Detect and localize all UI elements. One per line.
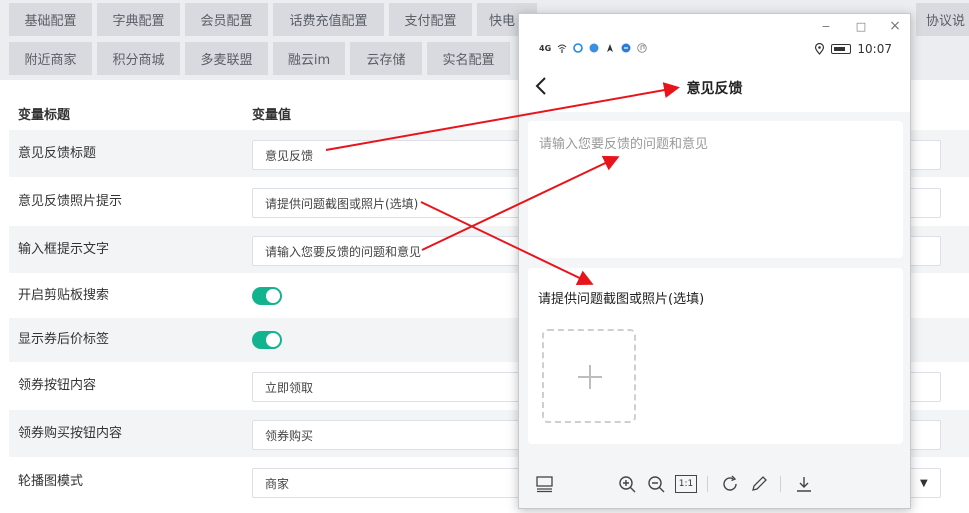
zoom-out-icon[interactable] [646,474,666,494]
add-photo-button[interactable] [542,329,636,423]
tab-nearby-merchants[interactable]: 附近商家 [9,42,92,75]
zoom-in-icon[interactable] [617,474,637,494]
feedback-textarea[interactable]: 请输入您要反馈的问题和意见 [528,121,903,258]
download-icon[interactable] [794,474,814,494]
feedback-title-extra-field[interactable] [906,140,941,170]
column-value-header: 变量值 [252,108,292,123]
close-button[interactable]: × [888,18,902,34]
coupon-price-tag-toggle[interactable] [252,331,282,349]
image-viewer-toolbar: 1:1 [519,458,910,508]
app-notification-icon [589,43,599,53]
status-time: 10:07 [857,42,892,56]
tab-member-config[interactable]: 会员配置 [185,3,268,36]
coupon-buy-button-extra-field[interactable] [906,420,941,450]
music-icon [637,43,647,53]
tab-dictionary-config[interactable]: 字典配置 [97,3,180,36]
toolbar-divider [780,476,781,492]
pencil-icon[interactable] [749,474,769,494]
photo-upload-card: 请提供问题截图或照片(选填) [528,268,903,444]
app-notification-icon [621,43,631,53]
row-label: 显示券后价标签 [18,332,110,347]
plus-icon [589,365,591,389]
phone-status-bar: 4G 10:07 [519,40,910,60]
app-notification-icon [573,43,583,53]
phone-nav-bar: 意见反馈 [519,60,910,112]
tab-realname-config[interactable]: 实名配置 [427,42,510,75]
row-label: 领券按钮内容 [18,378,97,393]
row-label: 轮播图模式 [18,474,84,489]
tab-basic-config[interactable]: 基础配置 [9,3,92,36]
toggle-knob [266,289,280,303]
photo-tip-extra-field[interactable] [906,188,941,218]
toolbar-divider [707,476,708,492]
row-label: 意见反馈标题 [18,146,97,161]
tab-payment-config[interactable]: 支付配置 [389,3,472,36]
location-pin-icon [815,43,825,55]
signal-label: 4G [539,43,552,53]
phone-preview-window: − □ × 4G 10:07 意见反馈 请输入您要反馈的问题和意见 请提供问题截… [518,13,911,509]
row-label: 领券购买按钮内容 [18,426,123,441]
tab-duomai-alliance[interactable]: 多麦联盟 [185,42,268,75]
battery-icon [831,44,852,54]
row-label: 开启剪贴板搜索 [18,288,110,303]
rotate-icon[interactable] [720,474,740,494]
row-label: 意见反馈照片提示 [18,194,123,209]
photo-tip-text: 请提供问题截图或照片(选填) [538,292,705,307]
chevron-down-icon[interactable]: ▼ [920,478,928,489]
placeholder-extra-field[interactable] [906,236,941,266]
row-label: 输入框提示文字 [18,242,110,257]
clipboard-search-toggle[interactable] [252,287,282,305]
tab-points-mall[interactable]: 积分商城 [97,42,180,75]
maximize-button[interactable]: □ [854,19,868,33]
column-title-header: 变量标题 [18,108,71,123]
actual-size-button[interactable]: 1:1 [675,475,697,493]
page-title: 意见反馈 [686,81,743,97]
thumbnail-icon[interactable] [535,474,555,494]
window-title-bar: − □ × [519,14,910,40]
minimize-button[interactable]: − [819,19,833,33]
tab-agreement[interactable]: 协议说 [916,3,969,36]
toggle-knob [266,333,280,347]
tab-recharge-config[interactable]: 话费充值配置 [273,3,384,36]
tab-rongcloud-im[interactable]: 融云im [273,42,345,75]
location-app-icon [607,44,614,52]
coupon-button-extra-field[interactable] [906,372,941,402]
tab-cloud-storage[interactable]: 云存储 [350,42,422,75]
wifi-icon [557,44,567,53]
